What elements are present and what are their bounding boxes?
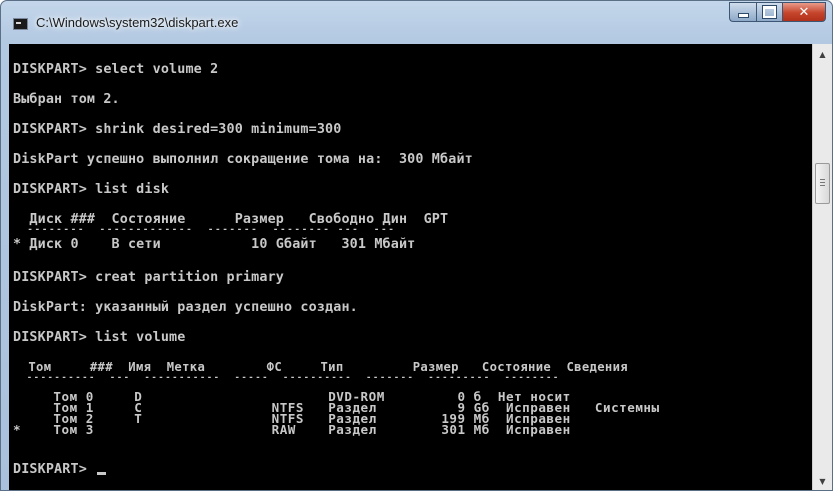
caption-buttons: ✕ <box>729 2 826 22</box>
close-icon: ✕ <box>798 4 810 20</box>
disk-table-row: * Диск 0 В сети 10 Gбайт 301 Мбайт <box>13 237 416 252</box>
console-line: DISKPART> list disk <box>13 182 170 197</box>
console-line: DISKPART> select volume 2 <box>13 62 219 77</box>
console-app-icon[interactable] <box>13 18 28 30</box>
grip-line <box>820 182 825 184</box>
scroll-thumb[interactable] <box>815 163 830 205</box>
diskpart-window: C:\Windows\system32\diskpart.exe ✕ DISKP… <box>0 0 833 491</box>
close-button[interactable]: ✕ <box>782 2 826 22</box>
scroll-down-button[interactable]: ▼ <box>813 473 832 490</box>
volume-table-separator: ---------- --- ----------- ----- -------… <box>13 373 560 383</box>
grip-line <box>820 185 825 187</box>
window-title: C:\Windows\system32\diskpart.exe <box>36 15 239 30</box>
grip-line <box>820 179 825 181</box>
command-prompt[interactable]: DISKPART> <box>13 462 107 477</box>
arrow-up-icon: ▲ <box>819 50 826 59</box>
volume-table-header: Том ### Имя Метка ФС Тип Размер Состояни… <box>13 360 628 374</box>
minimize-button[interactable] <box>729 2 756 22</box>
scroll-up-button[interactable]: ▲ <box>813 46 832 63</box>
maximize-icon <box>762 5 777 19</box>
minimize-icon <box>737 12 749 18</box>
console-line: DISKPART> creat partition primary <box>13 270 284 285</box>
vertical-scrollbar[interactable]: ▲ ▼ <box>812 44 832 490</box>
prompt-text: DISKPART> <box>13 462 96 477</box>
title-bar[interactable]: C:\Windows\system32\diskpart.exe ✕ <box>1 1 832 44</box>
console-line: DISKPART> list volume <box>13 330 186 345</box>
arrow-down-icon: ▼ <box>819 477 826 486</box>
console-line: DISKPART> shrink desired=300 minimum=300 <box>13 122 342 137</box>
maximize-button[interactable] <box>756 2 782 22</box>
text-cursor <box>97 472 107 475</box>
volume-table-row: * Том 3 RAW Раздел 301 Мб Исправен <box>13 422 571 437</box>
console-line: Выбран том 2. <box>13 92 120 107</box>
console-line: DiskPart успешно выполнил сокращение том… <box>13 152 473 167</box>
console-line: DiskPart: указанный раздел успешно созда… <box>13 300 358 315</box>
console-output[interactable]: DISKPART> select volume 2 Выбран том 2. … <box>9 44 812 490</box>
disk-table-separator: -------- ------------- ------- -------- … <box>13 225 396 235</box>
